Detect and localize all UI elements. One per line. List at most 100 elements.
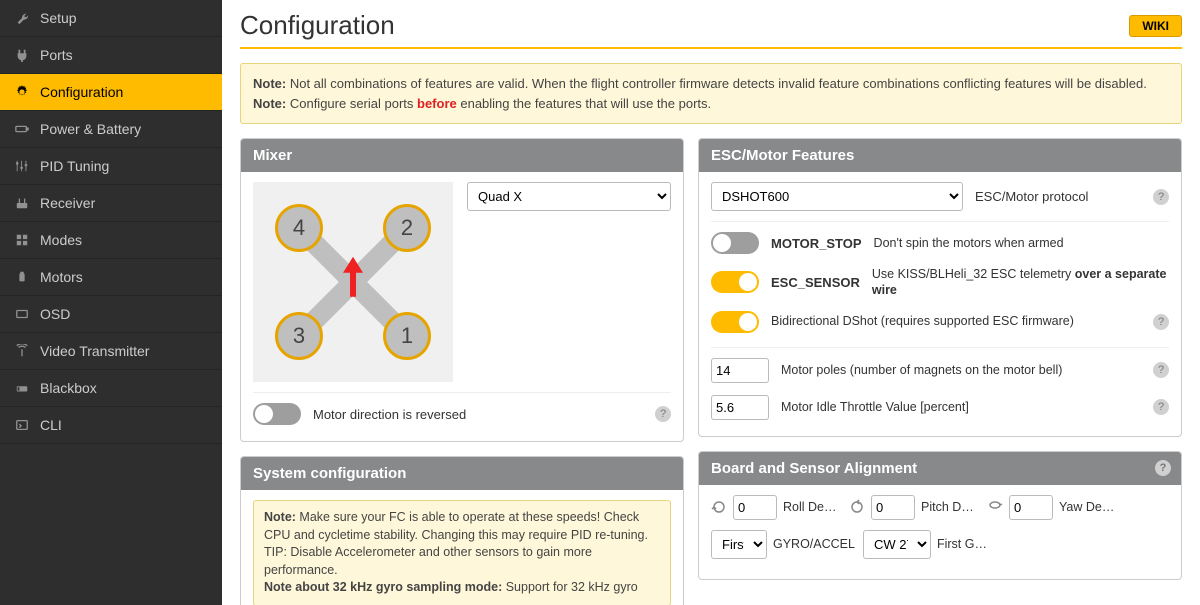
system-configuration-panel: System configuration Note: Make sure you…	[240, 456, 684, 605]
note-l2a: Configure serial ports	[290, 96, 417, 111]
sidebar-item-modes[interactable]: Modes	[0, 222, 222, 259]
roll-degrees-input[interactable]	[733, 495, 777, 520]
motor-stop-toggle[interactable]	[711, 232, 759, 254]
modes-icon	[14, 232, 30, 248]
sidebar-item-label: Receiver	[40, 195, 95, 211]
board-sensor-alignment-header: Board and Sensor Alignment?	[699, 452, 1181, 485]
roll-degrees-label: Roll Degrees	[783, 500, 841, 514]
motor-poles-label: Motor poles (number of magnets on the mo…	[781, 362, 1062, 378]
pitch-degrees-label: Pitch Degrees	[921, 500, 979, 514]
system-configuration-header: System configuration	[241, 457, 683, 490]
sidebar-item-label: Ports	[40, 47, 73, 63]
note-prefix: Note:	[253, 76, 290, 91]
help-icon[interactable]: ?	[1153, 362, 1169, 378]
sidebar-item-label: Motors	[40, 269, 83, 285]
sidebar-item-label: Setup	[40, 10, 77, 26]
sidebar-item-label: OSD	[40, 306, 70, 322]
gyro-accel-label: GYRO/ACCEL	[773, 536, 855, 552]
blackbox-icon	[14, 380, 30, 396]
yaw-icon	[987, 499, 1003, 515]
antenna-icon	[14, 343, 30, 359]
page-header: Configuration WIKI	[240, 10, 1182, 49]
sidebar-item-label: Configuration	[40, 84, 123, 100]
sidebar: Setup Ports Configuration Power & Batter…	[0, 0, 222, 605]
sidebar-item-label: Blackbox	[40, 380, 97, 396]
sidebar-item-receiver[interactable]: Receiver	[0, 185, 222, 222]
plug-icon	[14, 47, 30, 63]
motor-icon	[14, 269, 30, 285]
motor-2: 2	[383, 204, 431, 252]
help-icon[interactable]: ?	[1153, 399, 1169, 415]
gear-icon	[14, 84, 30, 100]
help-icon[interactable]: ?	[1153, 189, 1169, 205]
esc-protocol-select[interactable]: DSHOT600	[711, 182, 963, 211]
sys-note-body: Make sure your FC is able to operate at …	[264, 510, 648, 577]
help-icon[interactable]: ?	[1153, 314, 1169, 330]
page-title: Configuration	[240, 10, 395, 41]
sys-note-prefix: Note:	[264, 510, 299, 524]
yaw-degrees-input[interactable]	[1009, 495, 1053, 520]
motor-4: 4	[275, 204, 323, 252]
wrench-icon	[14, 10, 30, 26]
note-l2b: enabling the features that will use the …	[457, 96, 711, 111]
sidebar-item-pid-tuning[interactable]: PID Tuning	[0, 148, 222, 185]
motor-idle-input[interactable]	[711, 395, 769, 420]
mixer-panel-header: Mixer	[241, 139, 683, 172]
system-note: Note: Make sure your FC is able to opera…	[253, 500, 671, 605]
motor-stop-name: MOTOR_STOP	[771, 236, 862, 251]
sidebar-item-ports[interactable]: Ports	[0, 37, 222, 74]
mixer-diagram: 4 2 3 1	[253, 182, 453, 382]
sys-note2-body: Support for 32 kHz gyro	[506, 580, 638, 594]
board-sensor-alignment-panel: Board and Sensor Alignment? Roll Degrees	[698, 451, 1182, 580]
note-before: before	[417, 96, 457, 111]
sidebar-item-blackbox[interactable]: Blackbox	[0, 370, 222, 407]
motor-direction-toggle[interactable]	[253, 403, 301, 425]
esc-sensor-toggle[interactable]	[711, 271, 759, 293]
esc-sensor-desc: Use KISS/BLHeli_32 ESC telemetry over a …	[872, 266, 1169, 299]
motor-1: 1	[383, 312, 431, 360]
sidebar-item-video-transmitter[interactable]: Video Transmitter	[0, 333, 222, 370]
sidebar-item-motors[interactable]: Motors	[0, 259, 222, 296]
receiver-icon	[14, 195, 30, 211]
terminal-icon	[14, 417, 30, 433]
help-icon[interactable]: ?	[655, 406, 671, 422]
sidebar-item-configuration[interactable]: Configuration	[0, 74, 222, 111]
motor-poles-input[interactable]	[711, 358, 769, 383]
sidebar-item-osd[interactable]: OSD	[0, 296, 222, 333]
pitch-degrees-input[interactable]	[871, 495, 915, 520]
sidebar-item-label: CLI	[40, 417, 62, 433]
arrow-up-icon	[341, 257, 365, 299]
mixer-panel: Mixer 4 2 3 1 Qua	[240, 138, 684, 442]
sidebar-item-label: Video Transmitter	[40, 343, 149, 359]
yaw-degrees-label: Yaw Degrees	[1059, 500, 1117, 514]
esc-sensor-name: ESC_SENSOR	[771, 275, 860, 290]
motor-direction-label: Motor direction is reversed	[313, 407, 466, 422]
gyro-accel-select[interactable]: First	[711, 530, 767, 559]
sliders-icon	[14, 158, 30, 174]
sidebar-item-label: Modes	[40, 232, 82, 248]
first-gyro-select[interactable]: CW 270°	[863, 530, 931, 559]
sidebar-item-cli[interactable]: CLI	[0, 407, 222, 444]
note-box: Note: Not all combinations of features a…	[240, 63, 1182, 124]
motor-stop-desc: Don't spin the motors when armed	[874, 235, 1064, 251]
battery-icon	[14, 121, 30, 137]
main-content: Configuration WIKI Note: Not all combina…	[222, 0, 1200, 605]
note-prefix-2: Note:	[253, 96, 290, 111]
osd-icon	[14, 306, 30, 322]
note-l1: Not all combinations of features are val…	[290, 76, 1147, 91]
motor-idle-label: Motor Idle Throttle Value [percent]	[781, 399, 969, 415]
bidir-dshot-desc: Bidirectional DShot (requires supported …	[771, 313, 1074, 329]
bidir-dshot-toggle[interactable]	[711, 311, 759, 333]
wiki-button[interactable]: WIKI	[1129, 15, 1182, 37]
help-icon[interactable]: ?	[1155, 460, 1171, 476]
sidebar-item-setup[interactable]: Setup	[0, 0, 222, 37]
sidebar-item-power-battery[interactable]: Power & Battery	[0, 111, 222, 148]
mixer-select[interactable]: Quad X	[467, 182, 671, 211]
esc-motor-features-panel: ESC/Motor Features DSHOT600 ESC/Motor pr…	[698, 138, 1182, 437]
sidebar-item-label: Power & Battery	[40, 121, 141, 137]
esc-protocol-label: ESC/Motor protocol	[975, 189, 1088, 204]
roll-icon	[711, 499, 727, 515]
motor-3: 3	[275, 312, 323, 360]
sys-note2-prefix: Note about 32 kHz gyro sampling mode:	[264, 580, 506, 594]
esc-motor-features-header: ESC/Motor Features	[699, 139, 1181, 172]
